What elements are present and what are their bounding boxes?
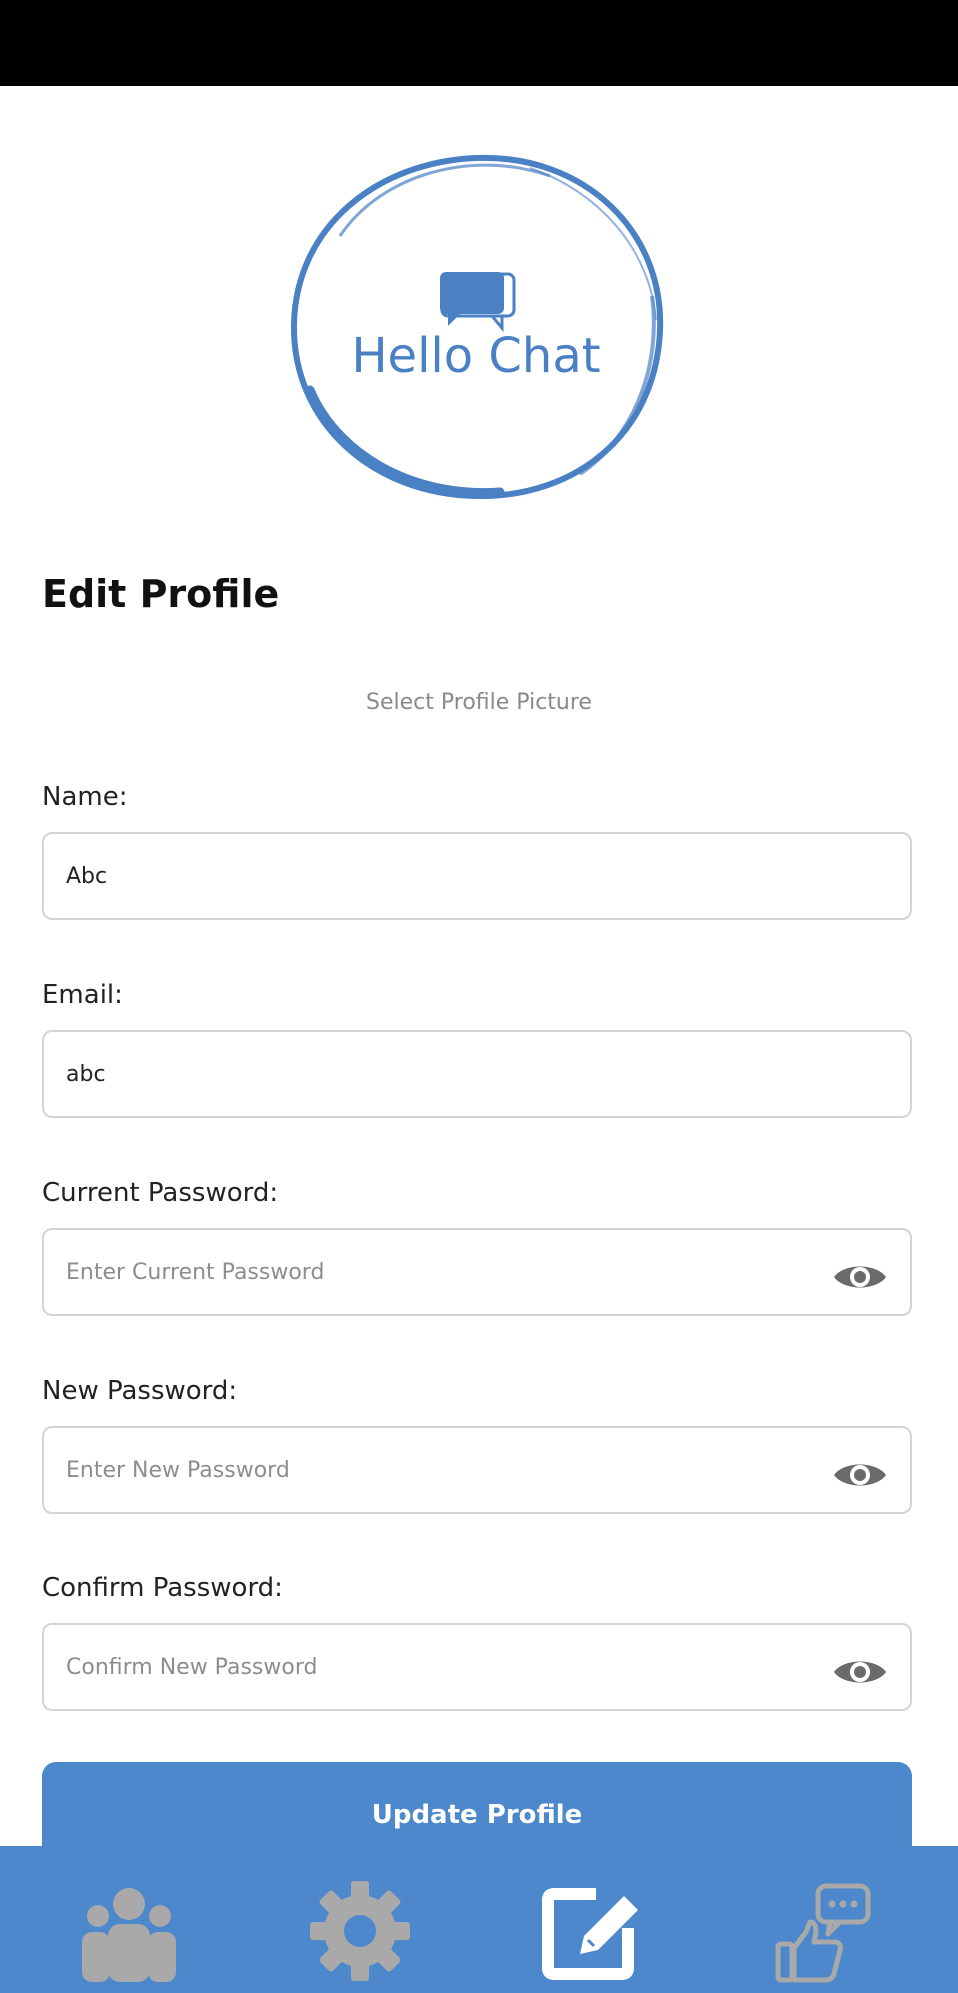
eye-icon[interactable]: [832, 1655, 888, 1689]
confirm-password-field-box: [42, 1623, 912, 1711]
name-field-box: [42, 832, 912, 920]
new-password-label: New Password:: [42, 1376, 238, 1406]
gear-icon: [305, 1876, 415, 1986]
nav-settings[interactable]: [305, 1876, 415, 1986]
page-title: Edit Profile: [42, 572, 280, 616]
current-password-field-box: [42, 1228, 912, 1316]
status-bar: [0, 0, 958, 86]
confirm-password-input[interactable]: [66, 1637, 806, 1697]
current-password-label: Current Password:: [42, 1178, 279, 1208]
nav-feedback[interactable]: [770, 1876, 880, 1986]
chat-bubble-icon: [440, 272, 516, 333]
feedback-icon: [770, 1876, 880, 1986]
new-password-field-box: [42, 1426, 912, 1514]
nav-users[interactable]: [74, 1876, 184, 1986]
edit-icon: [536, 1876, 646, 1986]
email-label: Email:: [42, 980, 123, 1010]
name-label: Name:: [42, 782, 128, 812]
logo-text: Hello Chat: [351, 328, 600, 384]
app-logo: Hello Chat: [280, 140, 672, 512]
bottom-nav: [0, 1846, 958, 1993]
name-input[interactable]: [66, 846, 806, 906]
email-input[interactable]: [66, 1044, 806, 1104]
eye-icon[interactable]: [832, 1458, 888, 1492]
users-icon: [74, 1876, 184, 1986]
nav-edit-profile[interactable]: [536, 1876, 646, 1986]
confirm-password-label: Confirm Password:: [42, 1573, 283, 1603]
email-field-box: [42, 1030, 912, 1118]
current-password-input[interactable]: [66, 1242, 806, 1302]
eye-icon[interactable]: [832, 1260, 888, 1294]
select-profile-picture-link[interactable]: Select Profile Picture: [0, 690, 958, 715]
new-password-input[interactable]: [66, 1440, 806, 1500]
